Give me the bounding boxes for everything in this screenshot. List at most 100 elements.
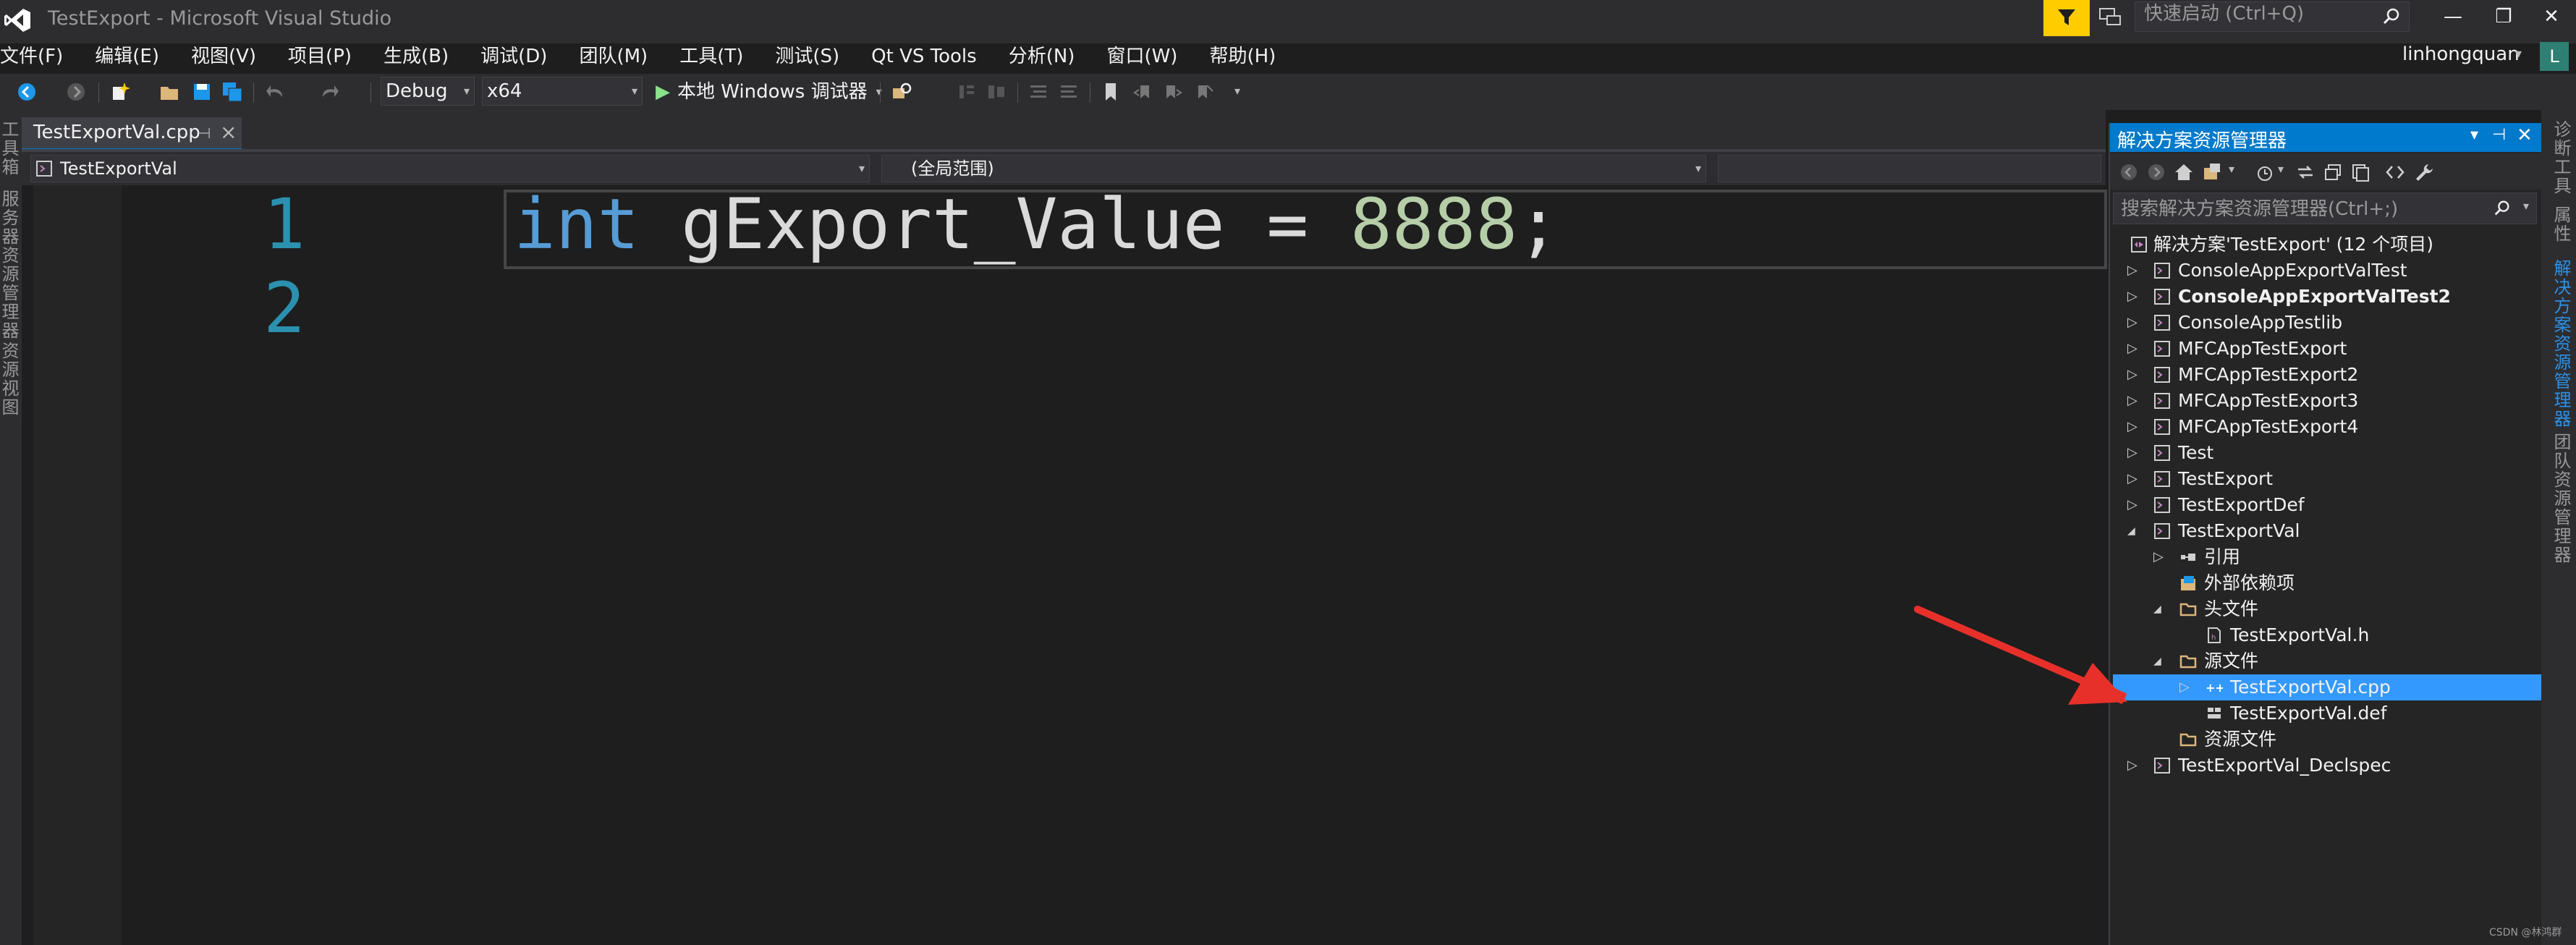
- collapse-arrow-icon[interactable]: ◢: [2153, 596, 2168, 622]
- clear-bookmarks-icon[interactable]: [1192, 81, 1214, 103]
- server-explorer-tab[interactable]: 服务器资源管理器: [0, 190, 22, 340]
- menu-edit[interactable]: 编辑(E): [79, 41, 175, 72]
- menu-tools[interactable]: 工具(T): [664, 41, 759, 72]
- tree-item-project[interactable]: ▷ TestExportDef: [2113, 492, 2541, 518]
- chevron-down-icon[interactable]: ▾: [2229, 162, 2234, 176]
- close-icon[interactable]: ×: [220, 120, 237, 144]
- solution-search-input[interactable]: [2119, 198, 2499, 221]
- tree-item-project[interactable]: ▷ Test: [2113, 440, 2541, 466]
- expand-arrow-icon[interactable]: ▷: [2127, 362, 2142, 388]
- expand-arrow-icon[interactable]: ▷: [2127, 466, 2142, 492]
- menu-view[interactable]: 视图(V): [175, 41, 272, 72]
- view-code-icon[interactable]: [2385, 162, 2405, 182]
- user-account-name[interactable]: linhongquan: [2402, 43, 2520, 65]
- save-icon[interactable]: [191, 81, 213, 103]
- chevron-down-icon[interactable]: ▾: [2523, 199, 2529, 213]
- tree-item-project[interactable]: ▷ TestExport: [2113, 466, 2541, 492]
- expand-arrow-icon[interactable]: ▷: [2127, 310, 2142, 336]
- start-debugging-button[interactable]: ▶ 本地 Windows 调试器 ▾: [656, 77, 882, 107]
- find-in-files-icon[interactable]: [891, 81, 913, 103]
- comment-out-icon[interactable]: [1028, 81, 1049, 103]
- tree-item-project[interactable]: ▷ MFCAppTestExport2: [2113, 362, 2541, 388]
- close-icon[interactable]: ✕: [2517, 124, 2533, 146]
- expand-arrow-icon[interactable]: ▷: [2127, 388, 2142, 414]
- expand-arrow-icon[interactable]: ▷: [2153, 544, 2168, 570]
- tree-item-resource-files-folder[interactable]: 资源文件: [2113, 726, 2541, 753]
- step-over-icon[interactable]: [986, 81, 1007, 103]
- resource-view-tab[interactable]: 资源视图: [0, 342, 22, 417]
- show-all-files-icon[interactable]: [2350, 162, 2370, 182]
- tree-item-project-expanded[interactable]: ◢ TestExportVal: [2113, 518, 2541, 544]
- navigate-forward-icon[interactable]: [65, 81, 87, 103]
- tree-item-def-file[interactable]: TestExportVal.def: [2113, 700, 2541, 726]
- tree-item-cpp-file-selected[interactable]: ▷ ++ TestExportVal.cpp: [2113, 674, 2541, 700]
- tree-item-project[interactable]: ▷ ConsoleAppExportValTest: [2113, 258, 2541, 284]
- expand-arrow-icon[interactable]: ▷: [2127, 753, 2142, 779]
- expand-arrow-icon[interactable]: ▷: [2127, 336, 2142, 362]
- back-icon[interactable]: [2119, 162, 2139, 182]
- switch-views-icon[interactable]: [2203, 162, 2223, 182]
- home-icon[interactable]: [2174, 162, 2194, 182]
- tree-item-references[interactable]: ▷ 引用: [2113, 544, 2541, 570]
- menu-build[interactable]: 生成(B): [368, 41, 465, 72]
- tree-item-header-files-folder[interactable]: ◢ 头文件: [2113, 596, 2541, 622]
- minimize-button[interactable]: —: [2431, 0, 2475, 36]
- expand-arrow-icon[interactable]: ▷: [2127, 414, 2142, 440]
- code-editor[interactable]: [22, 185, 2107, 945]
- tree-item-header-file[interactable]: h TestExportVal.h: [2113, 622, 2541, 648]
- chevron-down-icon[interactable]: ▾: [2278, 162, 2284, 176]
- avatar[interactable]: L: [2540, 42, 2569, 71]
- menu-analyze[interactable]: 分析(N): [993, 41, 1091, 72]
- solution-explorer-tab[interactable]: 解决方案资源管理器: [2549, 259, 2574, 428]
- undo-icon[interactable]: [265, 81, 287, 103]
- expand-arrow-icon[interactable]: ▷: [2127, 258, 2142, 284]
- forward-icon[interactable]: [2146, 162, 2166, 182]
- tree-item-solution[interactable]: 解决方案'TestExport' (12 个项目): [2113, 232, 2541, 258]
- feedback-icon[interactable]: [2097, 4, 2123, 30]
- tree-item-startup-project[interactable]: ▷ ConsoleAppExportValTest2: [2113, 284, 2541, 310]
- collapse-arrow-icon[interactable]: ◢: [2127, 518, 2142, 544]
- tree-item-source-files-folder[interactable]: ◢ 源文件: [2113, 648, 2541, 674]
- chevron-down-icon[interactable]: ▾: [2515, 46, 2522, 62]
- menu-qt-vs-tools[interactable]: Qt VS Tools: [855, 41, 993, 72]
- sync-icon[interactable]: [2295, 162, 2316, 182]
- menu-debug[interactable]: 调试(D): [465, 41, 563, 72]
- project-dropdown[interactable]: TestExportVal ▾: [30, 155, 870, 182]
- next-bookmark-icon[interactable]: [1162, 81, 1184, 103]
- search-icon[interactable]: [2381, 7, 2402, 27]
- tab-testexportval-cpp[interactable]: TestExportVal.cpp ⊣ ×: [22, 117, 242, 151]
- navigate-back-icon[interactable]: [16, 81, 38, 103]
- menu-help[interactable]: 帮助(H): [1193, 41, 1292, 72]
- toolbox-tab[interactable]: 工具箱: [0, 120, 22, 177]
- toolbar-overflow-icon[interactable]: ▾: [1234, 84, 1240, 98]
- open-file-icon[interactable]: [159, 81, 181, 103]
- search-icon[interactable]: [2493, 199, 2512, 218]
- tree-item-project[interactable]: ▷ ConsoleAppTestlib: [2113, 310, 2541, 336]
- expand-arrow-icon[interactable]: ▷: [2127, 284, 2142, 310]
- pin-icon[interactable]: ⊣: [2492, 126, 2506, 144]
- solution-platform-select[interactable]: x64 ▾: [482, 77, 643, 106]
- menu-file[interactable]: 文件(F): [0, 41, 79, 72]
- step-icon[interactable]: [955, 81, 977, 103]
- new-project-icon[interactable]: [109, 81, 130, 103]
- tree-item-project[interactable]: ▷ TestExportVal_Declspec: [2113, 753, 2541, 779]
- restore-button[interactable]: ❐: [2482, 0, 2525, 36]
- menu-test[interactable]: 测试(S): [759, 41, 855, 72]
- diagnostic-tools-tab[interactable]: 诊断工具: [2549, 120, 2574, 195]
- scope-dropdown[interactable]: (全局范围) ▾: [881, 155, 1706, 182]
- menu-window[interactable]: 窗口(W): [1090, 41, 1193, 72]
- save-all-icon[interactable]: [221, 81, 243, 103]
- properties-tab[interactable]: 属性: [2549, 205, 2574, 243]
- solution-explorer-search[interactable]: ▾: [2113, 192, 2537, 224]
- tree-item-project[interactable]: ▷ MFCAppTestExport3: [2113, 388, 2541, 414]
- tree-item-project[interactable]: ▷ MFCAppTestExport4: [2113, 414, 2541, 440]
- pin-icon[interactable]: ⊣: [198, 124, 211, 142]
- window-position-icon[interactable]: ▾: [2470, 126, 2478, 144]
- bookmark-icon[interactable]: [1100, 81, 1122, 103]
- collapse-arrow-icon[interactable]: ◢: [2153, 648, 2168, 674]
- quick-launch-input[interactable]: [2143, 2, 2363, 25]
- quick-launch-box[interactable]: [2135, 1, 2410, 32]
- uncomment-icon[interactable]: [1058, 81, 1080, 103]
- team-explorer-tab[interactable]: 团队资源管理器: [2549, 433, 2574, 564]
- code-line[interactable]: int gExport_Value = 8888;: [514, 184, 1559, 265]
